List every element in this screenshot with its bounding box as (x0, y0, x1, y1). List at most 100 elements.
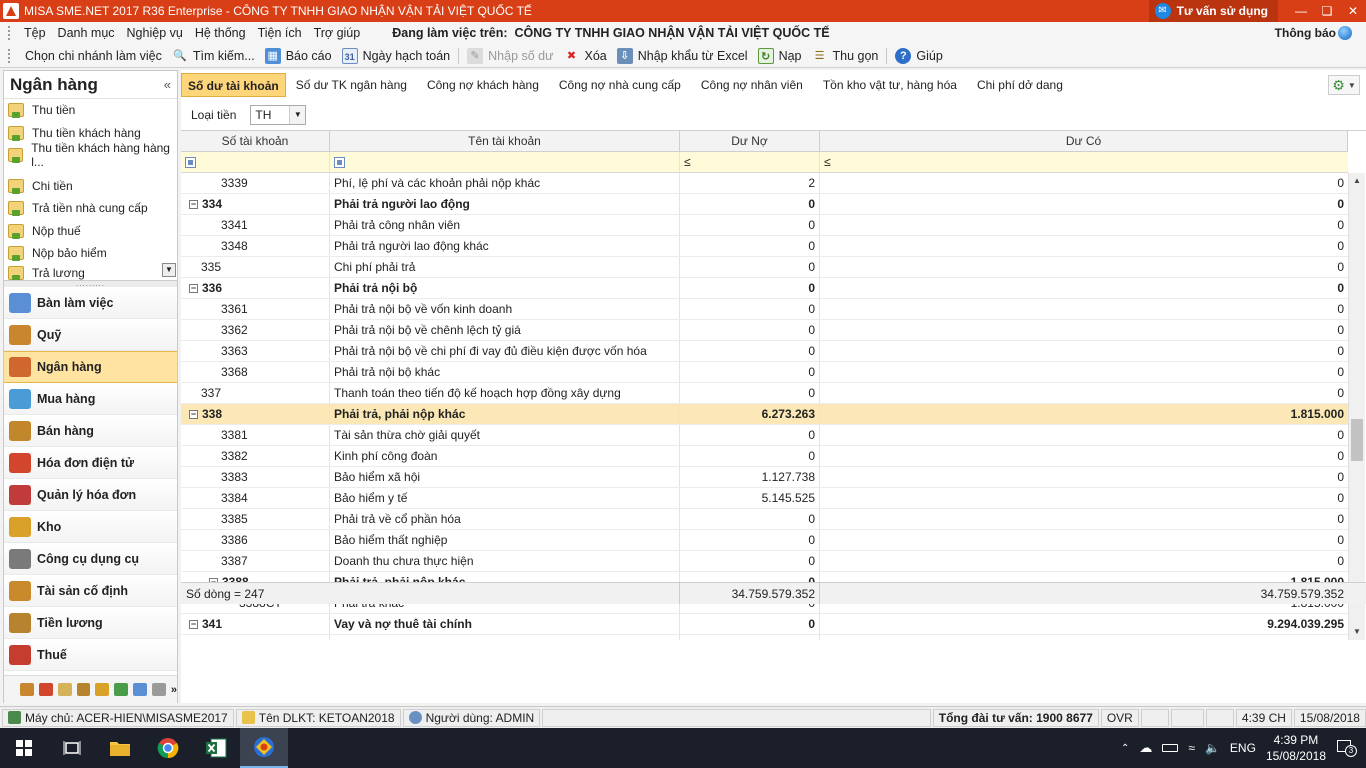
table-row[interactable]: 3361 Phải trả nội bộ về vốn kinh doanh 0 0 (181, 299, 1348, 320)
sidebar-item-pay-cash[interactable]: Chi tiền (8, 175, 177, 198)
report-module-mini-icon[interactable] (57, 683, 72, 696)
choose-branch-button[interactable]: Chọn chi nhánh làm việc (20, 49, 167, 63)
delete-button[interactable]: ✖ Xóa (559, 48, 612, 64)
filter-cell-code[interactable] (181, 152, 330, 172)
module-item[interactable]: Công cụ dụng cụ (4, 543, 177, 575)
scroll-up-icon[interactable]: ▲ (1349, 173, 1365, 189)
table-row[interactable]: 3386 Bảo hiểm thất nghiệp 0 0 (181, 530, 1348, 551)
table-row[interactable]: 3384 Bảo hiểm y tế 5.145.525 0 (181, 488, 1348, 509)
tab-bank-balance[interactable]: Số dư TK ngân hàng (286, 73, 417, 97)
cash-module-mini-icon[interactable] (20, 683, 34, 696)
table-row[interactable]: 335 Chi phí phải trả 0 0 (181, 257, 1348, 278)
start-button[interactable] (0, 728, 48, 768)
sidebar-collapse-icon[interactable]: « (164, 77, 171, 92)
collapse-row-icon[interactable]: − (189, 283, 198, 293)
table-row[interactable]: 3348 Phải trả người lao động khác 0 0 (181, 236, 1348, 257)
scroll-thumb[interactable] (1351, 419, 1363, 461)
menu-file[interactable]: Tệp (18, 26, 52, 40)
table-row[interactable]: 3362 Phải trả nội bộ về chênh lệch tỷ giá… (181, 320, 1348, 341)
tab-account-balance[interactable]: Số dư tài khoản (181, 73, 286, 97)
module-item[interactable]: Tài sản cố định (4, 575, 177, 607)
import-excel-button[interactable]: ⇩ Nhập khẩu từ Excel (612, 47, 753, 64)
menu-operations[interactable]: Nghiệp vụ (121, 26, 189, 40)
table-row[interactable]: 3385 Phải trả về cổ phần hóa 0 0 (181, 509, 1348, 530)
docs-module-mini-icon[interactable] (152, 683, 166, 696)
tab-customer-debt[interactable]: Công nợ khách hàng (417, 73, 549, 97)
col-header-account-code[interactable]: Số tài khoản (181, 131, 330, 151)
table-row[interactable]: −341 Vay và nợ thuê tài chính 0 9.294.039.2… (181, 614, 1348, 635)
volume-icon[interactable]: 🔈 (1205, 741, 1220, 755)
enter-balance-button[interactable]: ✎ Nhập số dư (462, 47, 558, 64)
sidebar-item-pay-supplier[interactable]: Trả tiền nhà cung cấp (8, 197, 177, 220)
posting-date-button[interactable]: 31 Ngày hạch toán (337, 47, 456, 64)
filter-cell-name[interactable] (330, 152, 680, 172)
settings-module-mini-icon[interactable] (133, 683, 148, 696)
tab-wip-cost[interactable]: Chi phí dở dang (967, 73, 1073, 97)
table-row[interactable]: 3341 Phải trả công nhân viên 0 0 (181, 215, 1348, 236)
taskbar-clock[interactable]: 4:39 PM 15/08/2018 (1266, 732, 1326, 764)
notification-button[interactable]: Thông báo (1275, 26, 1352, 40)
grid-vertical-scrollbar[interactable]: ▲ ▼ (1348, 173, 1365, 640)
more-modules-icon[interactable]: » (171, 684, 177, 696)
menu-catalog[interactable]: Danh mục (52, 26, 121, 40)
menu-help[interactable]: Trợ giúp (308, 26, 367, 40)
module-item[interactable]: Hóa đơn điện tử (4, 447, 177, 479)
salary-module-mini-icon[interactable] (76, 683, 91, 696)
show-hidden-icons-chevron-icon[interactable]: ⌃ (1121, 743, 1129, 754)
sidebar-item-pay-insurance[interactable]: Nộp bảo hiểm (8, 242, 177, 265)
module-item[interactable]: Quản lý hóa đơn (4, 479, 177, 511)
collapse-row-icon[interactable]: − (189, 619, 198, 629)
misa-taskbar-button[interactable] (240, 728, 288, 768)
menu-utilities[interactable]: Tiện ích (252, 26, 308, 40)
col-header-account-name[interactable]: Tên tài khoản (330, 131, 680, 151)
filter-cell-credit[interactable]: ≤ (820, 152, 1348, 172)
col-header-credit[interactable]: Dư Có (820, 131, 1348, 151)
advisor-button[interactable]: ✉ Tư vấn sử dụng (1148, 0, 1278, 22)
chrome-button[interactable] (144, 728, 192, 768)
module-item[interactable]: Quỹ (4, 319, 177, 351)
wifi-icon[interactable]: ≈ (1188, 741, 1195, 755)
input-language[interactable]: ENG (1230, 741, 1256, 755)
module-item[interactable]: Kho (4, 511, 177, 543)
table-row[interactable]: −3411Các khoản đi vay09.294.039.295 (181, 635, 1348, 640)
file-explorer-button[interactable] (96, 728, 144, 768)
collapse-button[interactable]: ☰ Thu gọn (807, 48, 884, 64)
tab-employee-debt[interactable]: Công nợ nhân viên (691, 73, 813, 97)
module-item[interactable]: Ngân hàng (4, 351, 177, 383)
sidebar-item-receive-cash[interactable]: Thu tiền (8, 99, 177, 122)
table-row[interactable]: 3383 Bảo hiểm xã hội 1.127.738 0 (181, 467, 1348, 488)
scroll-down-icon[interactable]: ▼ (1349, 624, 1365, 640)
excel-button[interactable] (192, 728, 240, 768)
table-row[interactable]: 3387 Doanh thu chưa thực hiện 0 0 (181, 551, 1348, 572)
cloud-icon[interactable]: ☁ (1139, 740, 1152, 756)
menu-system[interactable]: Hệ thống (189, 26, 252, 40)
minimize-button[interactable]: — (1288, 4, 1314, 18)
tab-supplier-debt[interactable]: Công nợ nhà cung cấp (549, 73, 691, 97)
table-row[interactable]: 3368 Phải trả nội bộ khác 0 0 (181, 362, 1348, 383)
settings-menu-button[interactable]: ⚙ ▼ (1328, 75, 1360, 95)
table-row[interactable]: −334 Phải trả người lao động 0 0 (181, 194, 1348, 215)
load-button[interactable]: ↻ Nạp (753, 47, 807, 64)
table-row[interactable]: −338 Phải trả, phải nộp khác 6.273.263 1.81… (181, 404, 1348, 425)
help-button[interactable]: ? Giúp (890, 47, 947, 64)
collapse-row-icon[interactable]: − (189, 199, 198, 209)
collapse-row-icon[interactable]: − (189, 409, 198, 419)
task-view-button[interactable] (48, 728, 96, 768)
sidebar-item-receive-customer-bulk[interactable]: Thu tiền khách hàng hàng l... (8, 141, 177, 169)
filter-cell-debit[interactable]: ≤ (680, 152, 820, 172)
module-item[interactable]: Bàn làm việc (4, 287, 177, 319)
restore-button[interactable]: ❏ (1314, 4, 1340, 18)
table-row[interactable]: −336 Phải trả nội bộ 0 0 (181, 278, 1348, 299)
table-row[interactable]: 3339 Phí, lệ phí và các khoản phải nộp kh… (181, 173, 1348, 194)
sidebar-item-pay-tax[interactable]: Nộp thuế (8, 220, 177, 243)
sidebar-scroll-down-button[interactable]: ▼ (162, 263, 176, 277)
col-header-debit[interactable]: Dư Nợ (680, 131, 820, 151)
module-item[interactable]: Tiền lương (4, 607, 177, 639)
table-row[interactable]: 3363 Phải trả nội bộ về chi phí đi vay đủ… (181, 341, 1348, 362)
module-item[interactable]: Bán hàng (4, 415, 177, 447)
report-button[interactable]: ▦ Báo cáo (260, 47, 337, 64)
tab-inventory[interactable]: Tồn kho vật tư, hàng hóa (813, 73, 967, 97)
tools-module-mini-icon[interactable] (114, 683, 129, 696)
search-button[interactable]: 🔍 Tìm kiếm... (167, 48, 260, 64)
table-row[interactable]: 3381 Tài sản thừa chờ giải quyết 0 0 (181, 425, 1348, 446)
